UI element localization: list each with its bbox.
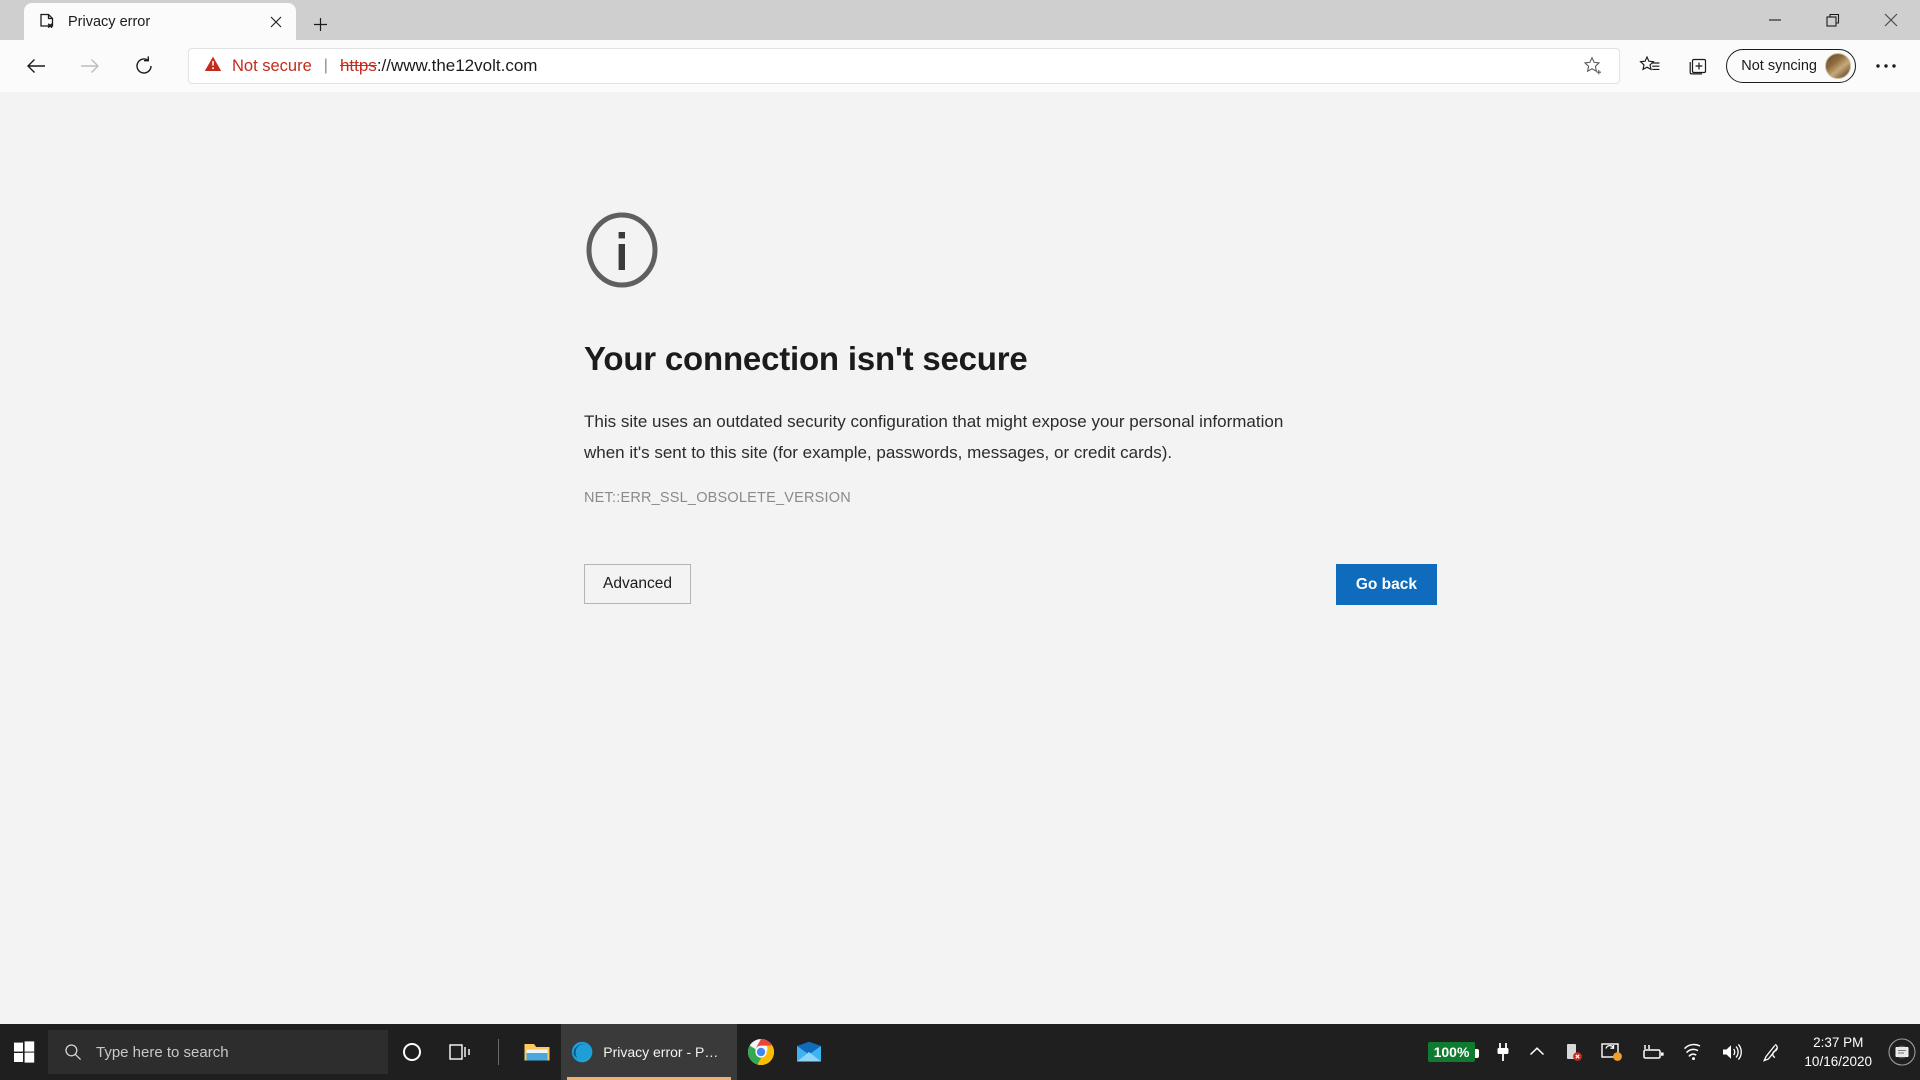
- ellipsis-icon: [1876, 64, 1896, 68]
- warning-triangle-icon: [204, 55, 222, 78]
- task-view-button[interactable]: [436, 1024, 484, 1080]
- taskbar-divider: [498, 1039, 499, 1065]
- url-text: https://www.the12volt.com: [340, 56, 537, 76]
- page-title: Your connection isn't secure: [584, 340, 1028, 377]
- new-tab-button[interactable]: [302, 8, 338, 40]
- avatar: [1825, 53, 1851, 79]
- pen-workspace-icon[interactable]: [1752, 1041, 1792, 1063]
- power-plug-icon[interactable]: [1486, 1042, 1520, 1062]
- tab-strip: Privacy error: [0, 0, 1920, 40]
- window-controls: [1746, 0, 1920, 40]
- minimize-icon: [1769, 19, 1781, 21]
- taskbar-item-mail[interactable]: [785, 1024, 833, 1080]
- advanced-button[interactable]: Advanced: [584, 564, 691, 604]
- wifi-icon[interactable]: [1674, 1043, 1712, 1061]
- action-center-button[interactable]: [1884, 1024, 1920, 1080]
- windows-logo-icon: [14, 1041, 35, 1063]
- go-back-button[interactable]: Go back: [1335, 564, 1437, 605]
- arrow-right-icon: [81, 59, 99, 73]
- minimize-button[interactable]: [1746, 0, 1804, 40]
- windows-taskbar: Type here to search Privacy error - Pers…: [0, 1024, 1920, 1080]
- browser-tab[interactable]: Privacy error: [24, 3, 296, 40]
- clock-date: 10/16/2020: [1804, 1054, 1872, 1069]
- error-description: This site uses an outdated security conf…: [584, 412, 1284, 462]
- mail-envelope-icon: [797, 1041, 821, 1062]
- plus-icon: [313, 17, 327, 31]
- volume-icon[interactable]: [1712, 1042, 1752, 1062]
- profile-button[interactable]: Not syncing: [1726, 49, 1856, 83]
- taskbar-item-edge[interactable]: Privacy error - Perso...: [561, 1024, 737, 1080]
- favorites-button[interactable]: [1630, 46, 1670, 86]
- page-error-icon: [38, 13, 56, 31]
- info-circle-icon: [584, 212, 660, 288]
- close-icon[interactable]: [262, 8, 290, 36]
- refresh-button[interactable]: [124, 46, 164, 86]
- url-scheme: https: [339, 56, 377, 75]
- favorites-star-list-icon: [1639, 55, 1660, 71]
- cortana-circle-icon: [403, 1043, 421, 1061]
- security-status-text: Not secure: [232, 56, 312, 75]
- collections-icon: [1689, 58, 1707, 75]
- close-icon: [1884, 13, 1898, 27]
- cortana-button[interactable]: [388, 1024, 436, 1080]
- folder-icon: [524, 1044, 550, 1061]
- phone-error-icon[interactable]: [1554, 1042, 1592, 1062]
- taskbar-edge-label: Privacy error - Perso...: [603, 1044, 723, 1060]
- forward-button[interactable]: [70, 46, 110, 86]
- tab-title: Privacy error: [68, 13, 151, 30]
- file-explorer-button[interactable]: [513, 1024, 561, 1080]
- start-button[interactable]: [0, 1024, 48, 1080]
- ssl-interstitial: Your connection isn't secure This site u…: [584, 212, 1437, 605]
- edge-logo-icon: [571, 1041, 593, 1063]
- clock-time: 2:37 PM: [1813, 1035, 1864, 1050]
- interstitial-button-row: Advanced Go back: [584, 564, 1437, 605]
- search-input[interactable]: Type here to search: [48, 1030, 388, 1074]
- error-code: NET::ERR_SSL_OBSOLETE_VERSION: [584, 490, 851, 506]
- refresh-icon: [136, 56, 152, 74]
- omnibox-separator: |: [323, 57, 328, 74]
- page-content: Your connection isn't secure This site u…: [0, 92, 1920, 1024]
- close-button[interactable]: [1862, 0, 1920, 40]
- chrome-logo-icon: [748, 1039, 774, 1065]
- taskbar-clock[interactable]: 2:37 PM 10/16/2020: [1792, 1033, 1884, 1071]
- address-bar[interactable]: Not secure | https://www.the12volt.com: [188, 48, 1621, 84]
- taskbar-item-chrome[interactable]: [737, 1024, 785, 1080]
- show-hidden-icons-button[interactable]: [1520, 1046, 1554, 1058]
- sync-notice-icon[interactable]: [1592, 1042, 1632, 1062]
- restore-button[interactable]: [1804, 0, 1862, 40]
- chevron-up-icon: [1530, 1047, 1545, 1056]
- back-button[interactable]: [16, 46, 56, 86]
- task-view-icon: [449, 1044, 470, 1060]
- search-icon: [65, 1044, 82, 1061]
- arrow-left-icon: [27, 59, 45, 73]
- notifications-icon: [1888, 1038, 1916, 1066]
- system-tray: 100% 2:37 PM 10/16/2020: [1419, 1024, 1920, 1080]
- battery-percent-badge[interactable]: 100%: [1419, 1042, 1487, 1062]
- browser-window: Privacy error Not secure | https://www.t…: [0, 0, 1920, 1080]
- browser-toolbar: Not secure | https://www.the12volt.com N…: [0, 40, 1920, 92]
- search-placeholder: Type here to search: [96, 1043, 229, 1061]
- battery-percent-text: 100%: [1427, 1042, 1480, 1062]
- settings-and-more-button[interactable]: [1866, 46, 1906, 86]
- favorite-star-icon[interactable]: [1576, 49, 1610, 83]
- battery-icon[interactable]: [1632, 1043, 1674, 1061]
- url-host: ://www.the12volt.com: [376, 56, 538, 75]
- collections-button[interactable]: [1678, 46, 1718, 86]
- restore-icon: [1825, 13, 1839, 27]
- profile-label: Not syncing: [1741, 58, 1817, 74]
